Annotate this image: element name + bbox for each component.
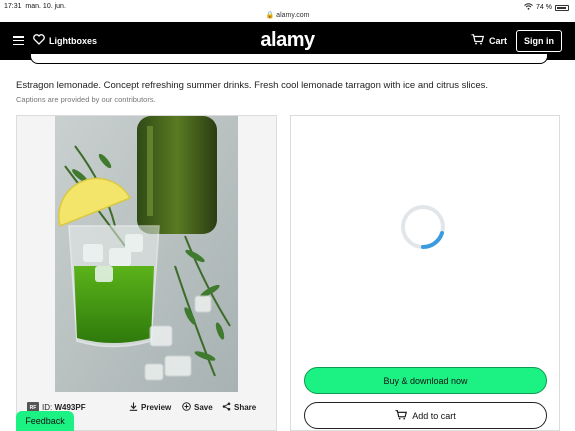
battery-percent: 74 % — [536, 4, 552, 11]
image-panel: RF ID: W493PF Preview Save Share — [16, 115, 277, 431]
buy-download-button[interactable]: Buy & download now — [304, 367, 547, 394]
purchase-panel: Buy & download now Add to cart — [290, 115, 560, 431]
cart-icon — [471, 34, 485, 47]
cart-icon — [395, 409, 408, 422]
status-bar: 17:31 man. 10. jun. 🔒 alamy.com 74 % — [0, 0, 575, 22]
add-to-cart-label: Add to cart — [412, 410, 456, 421]
status-indicators: 74 % — [524, 3, 569, 12]
share-button[interactable]: Share — [222, 402, 256, 413]
download-icon — [129, 402, 138, 413]
search-bar[interactable] — [30, 54, 548, 64]
status-time: 17:31 man. 10. jun. — [4, 3, 66, 10]
caption-note: Captions are provided by our contributor… — [16, 95, 156, 104]
add-to-cart-button[interactable]: Add to cart — [304, 402, 547, 429]
cart-label: Cart — [489, 35, 508, 46]
battery-icon — [555, 4, 569, 11]
save-button[interactable]: Save — [182, 402, 213, 413]
address-bar[interactable]: 🔒 alamy.com — [0, 11, 575, 19]
image-caption: Estragon lemonade. Concept refreshing su… — [16, 80, 489, 91]
share-icon — [222, 402, 231, 413]
cart-link[interactable]: Cart — [471, 34, 507, 47]
sign-in-button[interactable]: Sign in — [516, 30, 562, 52]
preview-button[interactable]: Preview — [129, 402, 171, 413]
plus-circle-icon — [182, 402, 191, 413]
url-text: alamy.com — [276, 12, 310, 19]
lock-icon: 🔒 — [265, 12, 275, 19]
stock-photo[interactable] — [55, 116, 238, 392]
loading-spinner-icon — [400, 204, 446, 250]
wifi-icon — [524, 3, 533, 12]
feedback-button[interactable]: Feedback — [16, 411, 74, 431]
